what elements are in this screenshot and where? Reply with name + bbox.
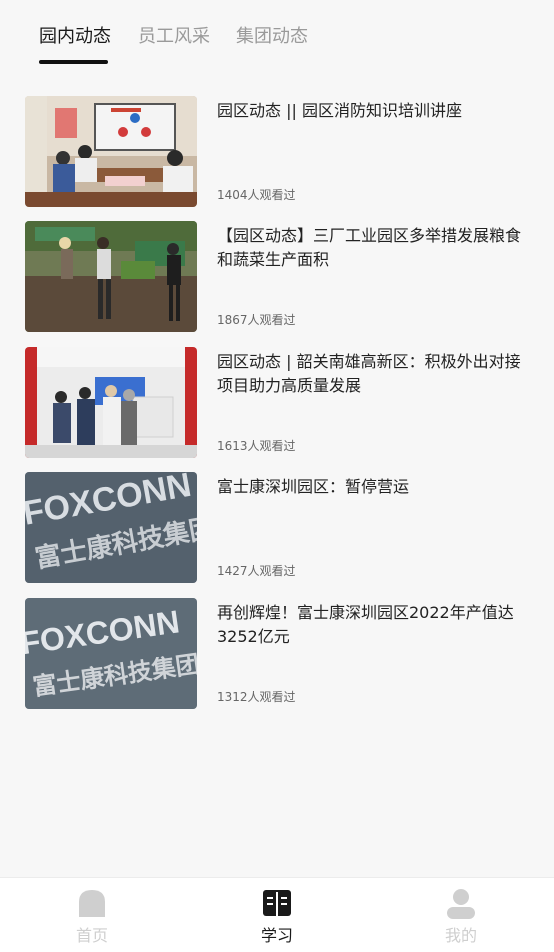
office-visit-photo[interactable] bbox=[25, 347, 197, 458]
user-icon bbox=[447, 889, 475, 919]
nav-home-label: 首页 bbox=[75, 926, 108, 945]
view-count: 1427人观看过 bbox=[217, 564, 296, 578]
tab-park-news[interactable]: 园内动态 bbox=[39, 22, 111, 48]
tab-employee-style[interactable]: 员工风采 bbox=[138, 22, 210, 48]
list-item[interactable]: 园区动态 | 韶关南雄高新区：积极外出对接项目助力高质量发展 1613人观看过 bbox=[0, 347, 554, 459]
article-title[interactable]: 园区动态 || 园区消防知识培训讲座 bbox=[217, 99, 529, 123]
bottom-navigation: 首页 学习 我的 bbox=[0, 877, 554, 952]
article-title[interactable]: 【园区动态】三厂工业园区多举措发展粮食和蔬菜生产面积 bbox=[217, 224, 529, 272]
nav-home[interactable]: 首页 bbox=[42, 886, 142, 948]
nav-study-label: 学习 bbox=[260, 926, 293, 945]
view-count: 1404人观看过 bbox=[217, 188, 296, 202]
foxconn-sign-photo[interactable]: FOXCONN 富士康科技集团 bbox=[25, 598, 197, 709]
list-item[interactable]: 【园区动态】三厂工业园区多举措发展粮食和蔬菜生产面积 1867人观看过 bbox=[0, 221, 554, 333]
nav-study[interactable]: 学习 bbox=[227, 886, 327, 948]
book-icon bbox=[263, 890, 291, 916]
view-count: 1867人观看过 bbox=[217, 313, 296, 327]
article-title[interactable]: 园区动态 | 韶关南雄高新区：积极外出对接项目助力高质量发展 bbox=[217, 350, 529, 398]
nav-profile[interactable]: 我的 bbox=[411, 886, 511, 948]
article-title[interactable]: 再创辉煌！富士康深圳园区2022年产值达3252亿元 bbox=[217, 601, 529, 649]
home-icon bbox=[79, 890, 105, 917]
view-count: 1613人观看过 bbox=[217, 439, 296, 453]
active-tab-indicator bbox=[39, 60, 108, 64]
view-count: 1312人观看过 bbox=[217, 690, 296, 704]
farm-field-photo[interactable] bbox=[25, 221, 197, 332]
top-tab-bar: 园内动态 员工风采 集团动态 bbox=[0, 0, 554, 70]
nav-profile-label: 我的 bbox=[444, 926, 477, 945]
list-item[interactable]: FOXCONN 富士康科技集团 再创辉煌！富士康深圳园区2022年产值达3252… bbox=[0, 598, 554, 710]
meeting-room-photo[interactable] bbox=[25, 96, 197, 207]
article-title[interactable]: 富士康深圳园区：暂停营运 bbox=[217, 475, 529, 499]
tab-group-news[interactable]: 集团动态 bbox=[236, 22, 308, 48]
list-item[interactable]: 园区动态 || 园区消防知识培训讲座 1404人观看过 bbox=[0, 96, 554, 208]
foxconn-sign-photo[interactable]: FOXCONN 富士康科技集团 bbox=[25, 472, 197, 583]
list-item[interactable]: FOXCONN 富士康科技集团 富士康深圳园区：暂停营运 1427人观看过 bbox=[0, 472, 554, 584]
